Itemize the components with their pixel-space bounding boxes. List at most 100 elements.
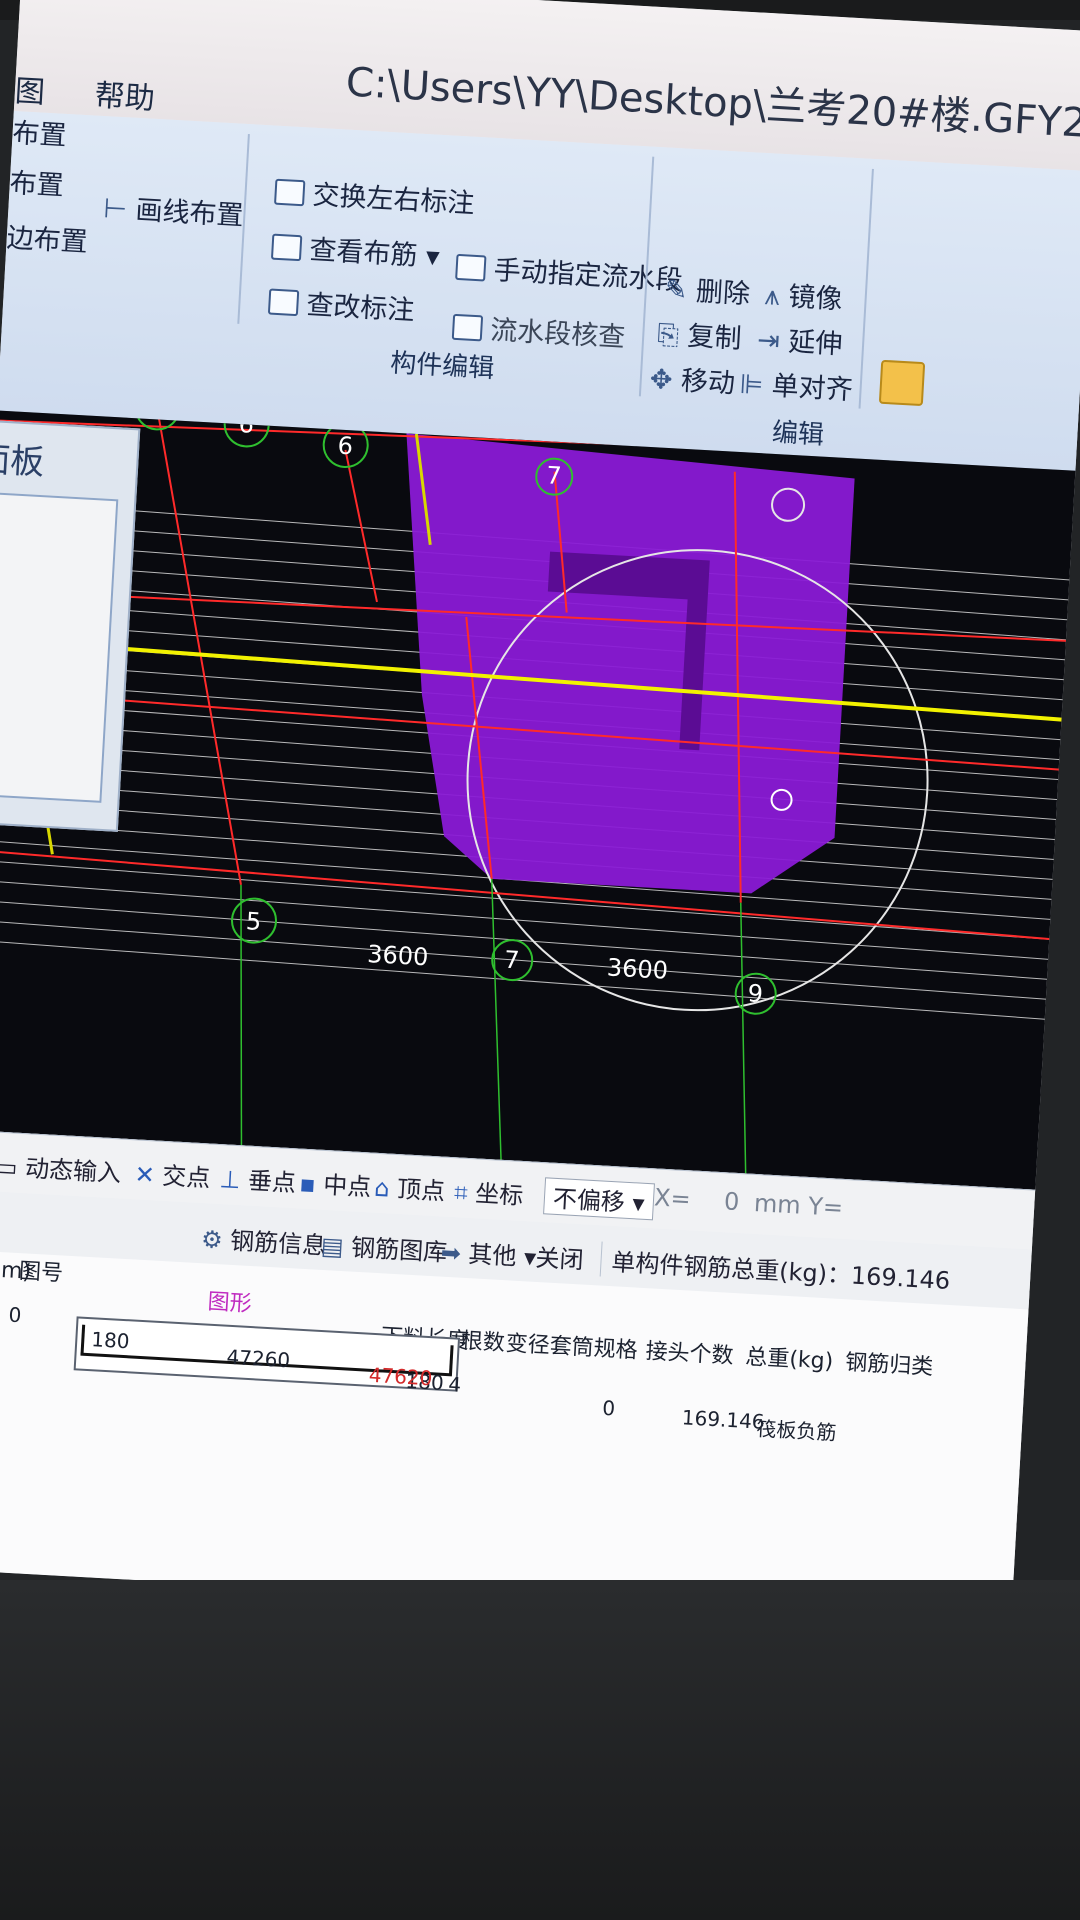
delete-button[interactable]: ✎ 删除 bbox=[664, 268, 751, 312]
mirror-label: 镜像 bbox=[787, 281, 844, 316]
other-menu-button[interactable]: ➡ 其他 ▾ bbox=[440, 1233, 537, 1273]
rebar-library-label: 钢筋图库 bbox=[350, 1233, 448, 1267]
axis-label: 7 bbox=[546, 461, 563, 490]
move-icon: ✥ bbox=[648, 363, 674, 397]
axis-grid-green bbox=[240, 878, 747, 1174]
snap-midpoint[interactable]: ▪ 中点 bbox=[299, 1164, 373, 1203]
rebar-info-label: 钢筋信息 bbox=[229, 1226, 327, 1261]
layout-button-2[interactable]: 布置 bbox=[9, 161, 65, 203]
column-header-total: 总重(kg) bbox=[744, 1344, 834, 1375]
cell-category: 筏板负筋 bbox=[755, 1416, 837, 1445]
cell-total: 169.146 bbox=[681, 1405, 766, 1434]
column-header-category: 钢筋归类 bbox=[844, 1350, 934, 1381]
extend-label: 延伸 bbox=[787, 326, 844, 361]
snap-intersection-label: 交点 bbox=[161, 1161, 212, 1193]
dimension-label: 3600 bbox=[367, 940, 430, 971]
manual-segment-label: 手动指定流水段 bbox=[492, 255, 684, 297]
axis-label: 6 bbox=[337, 432, 354, 461]
unit-label: mm Y= bbox=[753, 1188, 844, 1222]
view-rebar-button[interactable]: 查看布筋 ▾ bbox=[270, 226, 441, 274]
draw-line-button[interactable]: ⊢ 画线布置 bbox=[103, 186, 245, 233]
rebar-info-icon: ⚙ bbox=[200, 1225, 224, 1255]
other-menu-label: 其他 bbox=[467, 1240, 518, 1271]
magnifier-icon bbox=[270, 233, 303, 262]
coordinate-icon: ⌗ bbox=[453, 1178, 469, 1207]
vertex-icon: ⌂ bbox=[373, 1173, 391, 1203]
swap-marks-button[interactable]: 交换左右标注 bbox=[274, 171, 476, 221]
snap-perpendicular-label: 垂点 bbox=[247, 1166, 297, 1198]
offset-select[interactable]: 不偏移 ▾ bbox=[543, 1177, 655, 1221]
abc-icon bbox=[267, 288, 300, 317]
rebar-hook-right bbox=[448, 1345, 454, 1376]
cad-drawing[interactable]: 5 6 6 7 5 7 9 3600 3600 bbox=[0, 410, 1080, 1191]
delete-label: 删除 bbox=[695, 276, 751, 311]
snap-midpoint-label: 中点 bbox=[322, 1170, 372, 1202]
drawing-canvas[interactable]: 5 6 6 7 5 7 9 3600 3600 bbox=[0, 410, 1080, 1192]
dimension-label: 3600 bbox=[606, 953, 669, 984]
line-tool-icon: ⊢ bbox=[102, 193, 128, 226]
intersection-icon: ✕ bbox=[133, 1160, 156, 1190]
edit-mark-label: 查改标注 bbox=[305, 289, 416, 327]
monitor-bezel-bottom bbox=[0, 1580, 1080, 1920]
snap-intersection[interactable]: ✕ 交点 bbox=[134, 1154, 212, 1193]
view-rebar-label: 查看布筋 bbox=[308, 234, 419, 272]
mirror-button[interactable]: ⩚ 镜像 bbox=[764, 273, 844, 316]
cell-figure-no: 0 bbox=[7, 1302, 23, 1328]
cell-shape-middle: 47260 bbox=[225, 1344, 291, 1373]
dynamic-input-label: 动态输入 bbox=[24, 1154, 122, 1188]
x-input[interactable]: 0 bbox=[723, 1187, 740, 1216]
snap-vertex[interactable]: ⌂ 顶点 bbox=[373, 1168, 446, 1207]
align-icon: ⊫ bbox=[738, 368, 765, 402]
x-label: X= bbox=[653, 1183, 692, 1214]
axis-label: 5 bbox=[245, 907, 262, 936]
column-header-joints: 接头个数 bbox=[644, 1339, 735, 1370]
column-header-sleeve: 变径套筒规格 bbox=[505, 1331, 639, 1364]
rebar-table: 径(mm) 图号 图形 下料长度 根数 变径套筒规格 接头个数 总重(kg) 钢… bbox=[0, 1249, 1069, 1629]
property-panel: 面板 bbox=[0, 419, 141, 832]
menu-view[interactable]: 图 bbox=[14, 66, 46, 112]
slab-region bbox=[406, 433, 855, 894]
mirror-icon: ⩚ bbox=[763, 280, 781, 312]
column-header-count: 根数 bbox=[460, 1328, 506, 1357]
dynamic-input-toggle[interactable]: ▭ 动态输入 bbox=[0, 1147, 122, 1189]
close-button[interactable]: 关闭 bbox=[535, 1238, 585, 1276]
align-button[interactable]: ⊫ 单对齐 bbox=[739, 362, 854, 407]
snap-coordinate-label: 坐标 bbox=[474, 1179, 524, 1211]
layout-button-1[interactable]: 布置 bbox=[12, 111, 68, 153]
rebar-library-icon: ▤ bbox=[320, 1231, 345, 1262]
move-label: 移动 bbox=[680, 365, 736, 400]
panel-content[interactable] bbox=[0, 491, 119, 803]
copy-icon: ⎘ bbox=[656, 319, 680, 352]
edge-layout-button[interactable]: 边布置 bbox=[6, 216, 89, 259]
perpendicular-icon: ⊥ bbox=[218, 1165, 242, 1195]
cell-cut-length: 47620 bbox=[368, 1362, 434, 1391]
snap-coordinate[interactable]: ⌗ 坐标 bbox=[453, 1172, 524, 1211]
align-label: 单对齐 bbox=[770, 370, 854, 407]
arrow-right-icon: ➡ bbox=[439, 1238, 462, 1268]
menu-help[interactable]: 帮助 bbox=[94, 70, 156, 117]
snap-perpendicular[interactable]: ⊥ 垂点 bbox=[219, 1159, 297, 1198]
cell-joints: 0 bbox=[601, 1395, 616, 1421]
copy-button[interactable]: ⎘ 复制 bbox=[656, 312, 742, 356]
dynamic-input-icon: ▭ bbox=[0, 1152, 19, 1182]
rebar-library-button[interactable]: ▤ 钢筋图库 bbox=[320, 1226, 448, 1268]
lock-icon[interactable] bbox=[878, 359, 926, 407]
rebar-info-button[interactable]: ⚙ 钢筋信息 bbox=[200, 1219, 327, 1261]
swap-icon bbox=[274, 178, 306, 207]
offset-value: 不偏移 bbox=[552, 1184, 626, 1217]
axis-label: 9 bbox=[747, 979, 764, 1008]
extend-icon: ⇥ bbox=[756, 324, 781, 358]
app-screen: 图 帮助 C:\Users\YY\Desktop\兰考20#楼.GFY2 - 广… bbox=[0, 0, 1080, 1629]
ribbon-separator bbox=[858, 168, 874, 409]
move-button[interactable]: ✥ 移动 bbox=[649, 357, 736, 401]
cell-count: 4 bbox=[447, 1372, 462, 1397]
group-label-component-edit: 构件编辑 bbox=[389, 348, 496, 385]
check-segment-label: 流水段核查 bbox=[489, 314, 626, 354]
column-header-figure-no: 图号 bbox=[18, 1259, 64, 1287]
manual-segment-button[interactable]: 手动指定流水段 bbox=[455, 246, 684, 298]
column-header-shape: 图形 bbox=[206, 1289, 253, 1318]
edit-mark-button[interactable]: 查改标注 bbox=[267, 280, 416, 327]
panel-title: 面板 bbox=[0, 439, 46, 484]
extend-button[interactable]: ⇥ 延伸 bbox=[756, 318, 843, 362]
brush-icon: ✎ bbox=[663, 274, 689, 307]
